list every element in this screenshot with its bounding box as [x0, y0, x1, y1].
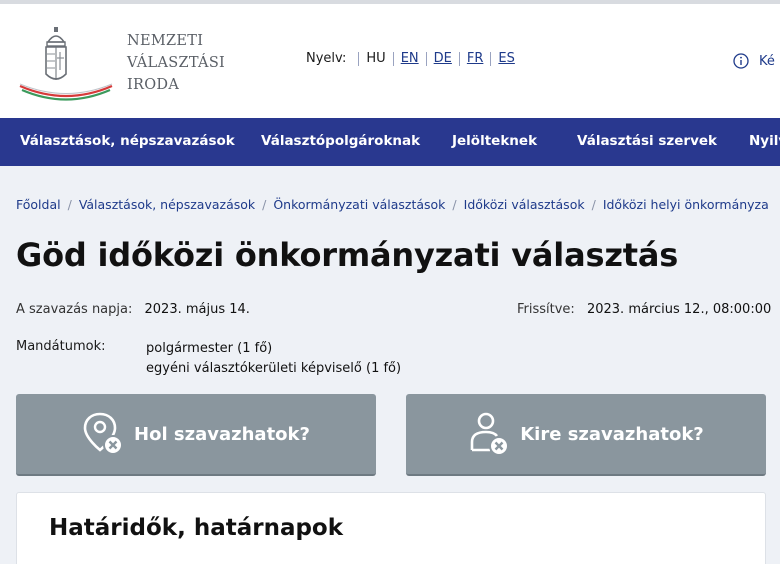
- updated-value: 2023. március 12., 08:00:00: [586, 302, 772, 317]
- vote-day-label: A szavazás napja:: [16, 302, 133, 317]
- page-title: Göd időközi önkormányzati választás: [16, 236, 679, 274]
- mandate-item: polgármester (1 fő): [146, 341, 273, 356]
- language-selector: Nyelv: HU EN DE FR ES: [306, 51, 522, 66]
- where-can-i-vote-button[interactable]: Hol szavazhatok?: [16, 394, 376, 476]
- breadcrumb-local-elections[interactable]: Önkormányzati választások: [273, 197, 445, 212]
- deadlines-card: Határidők, határnapok: [16, 492, 766, 564]
- nav-item-elections[interactable]: Választások, népszavazások: [20, 133, 235, 149]
- info-icon: [733, 53, 749, 69]
- who-can-i-vote-for-label: Kire szavazhatok?: [520, 423, 704, 445]
- language-en[interactable]: EN: [392, 51, 426, 66]
- breadcrumb-separator: /: [67, 197, 72, 212]
- updated-label: Frissítve:: [517, 302, 575, 317]
- breadcrumb-local-by-elections[interactable]: Időközi helyi önkormányza: [603, 197, 769, 212]
- language-fr[interactable]: FR: [458, 51, 491, 66]
- site-header: NEMZETI VÁLASZTÁSI IRODA Nyelv: HU EN DE…: [0, 4, 780, 118]
- nav-item-public[interactable]: Nyilv: [749, 133, 780, 149]
- language-es[interactable]: ES: [490, 51, 521, 66]
- mandates-label: Mandátumok:: [16, 339, 106, 354]
- vote-day-value: 2023. május 14.: [144, 302, 250, 317]
- breadcrumb-by-elections[interactable]: Időközi választások: [464, 197, 585, 212]
- nav-item-voters[interactable]: Választópolgároknak: [261, 133, 420, 149]
- main-navigation: Választások, népszavazások Választópolgá…: [0, 118, 780, 166]
- nav-item-election-bodies[interactable]: Választási szervek: [577, 133, 717, 149]
- breadcrumb: Főoldal / Választások, népszavazások / Önkor…: [16, 197, 769, 212]
- where-can-i-vote-label: Hol szavazhatok?: [134, 423, 310, 445]
- location-pin-remove-icon: [83, 412, 124, 455]
- updated-date: Frissítve: 2023. március 12., 08:00:00: [517, 302, 771, 317]
- breadcrumb-separator: /: [452, 197, 457, 212]
- mandates-list: polgármester (1 fő) egyéni választókerül…: [146, 339, 401, 379]
- breadcrumb-separator: /: [591, 197, 596, 212]
- header-info-link[interactable]: Ké: [733, 53, 775, 69]
- vote-day: A szavazás napja: 2023. május 14.: [16, 302, 250, 317]
- language-hu[interactable]: HU: [358, 51, 392, 66]
- person-remove-icon: [470, 412, 510, 456]
- language-label: Nyelv:: [306, 51, 347, 66]
- breadcrumb-elections[interactable]: Választások, népszavazások: [79, 197, 255, 212]
- coat-of-arms-icon[interactable]: [16, 24, 116, 104]
- nav-item-candidates[interactable]: Jelölteknek: [452, 133, 537, 149]
- language-de[interactable]: DE: [425, 51, 459, 66]
- who-can-i-vote-for-button[interactable]: Kire szavazhatok?: [406, 394, 766, 476]
- deadlines-title: Határidők, határnapok: [49, 515, 344, 541]
- mandate-item: egyéni választókerületi képviselő (1 fő): [146, 361, 402, 376]
- breadcrumb-separator: /: [262, 197, 267, 212]
- logo-text[interactable]: NEMZETI VÁLASZTÁSI IRODA: [127, 30, 225, 96]
- breadcrumb-home[interactable]: Főoldal: [16, 197, 61, 212]
